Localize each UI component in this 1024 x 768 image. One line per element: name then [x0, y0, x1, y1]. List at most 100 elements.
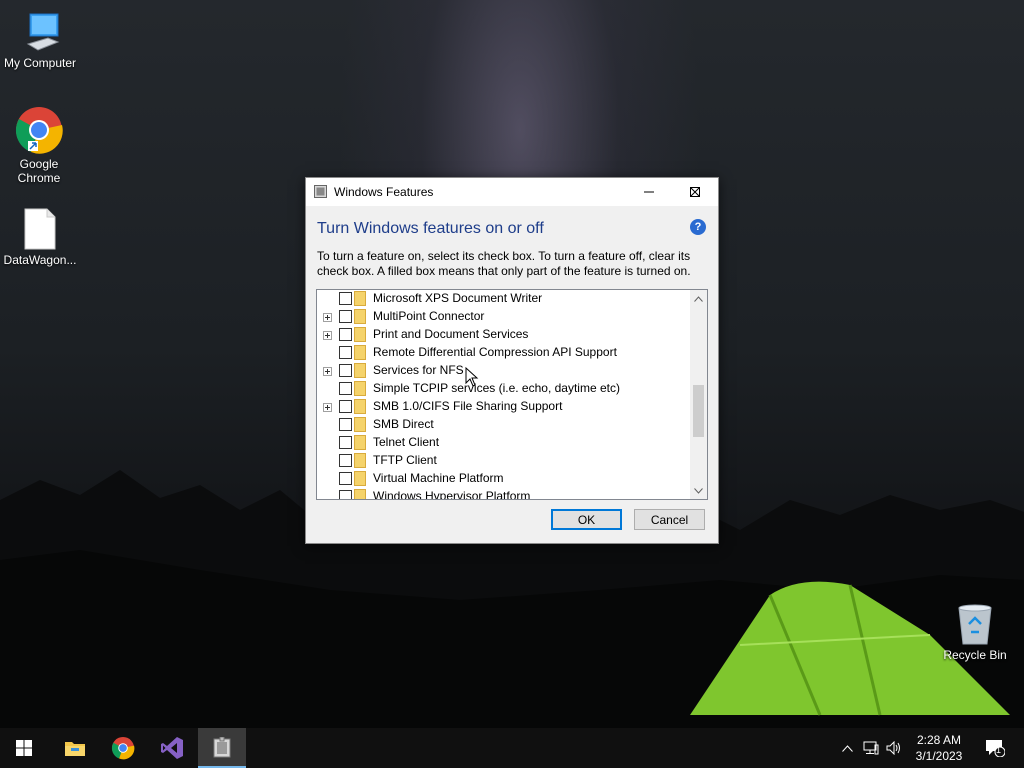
show-hidden-icons-button[interactable]	[838, 728, 856, 768]
feature-checkbox[interactable]	[339, 400, 352, 413]
taskbar-file-explorer[interactable]	[51, 728, 99, 768]
dialog-heading: Turn Windows features on or off	[317, 220, 544, 237]
feature-row[interactable]: Remote Differential Compression API Supp…	[317, 344, 690, 362]
folder-icon	[354, 417, 366, 432]
notification-count-badge: 1	[996, 745, 1002, 755]
folder-icon	[354, 327, 366, 342]
windows-features-app-icon	[314, 185, 327, 198]
feature-row[interactable]: Simple TCPIP services (i.e. echo, daytim…	[317, 380, 690, 398]
scroll-up-button[interactable]	[690, 290, 707, 307]
dialog-description: To turn a feature on, select its check b…	[317, 249, 691, 278]
title-bar[interactable]: Windows Features	[306, 178, 718, 206]
clock-date: 3/1/2023	[915, 749, 963, 763]
clock[interactable]: 2:28 AM 3/1/2023	[905, 732, 973, 764]
chevron-up-icon	[841, 744, 853, 752]
feature-checkbox[interactable]	[339, 346, 352, 359]
minimize-button[interactable]	[626, 178, 672, 206]
feature-label: SMB Direct	[373, 417, 434, 431]
desktop-icon-google-chrome[interactable]: Google Chrome	[0, 105, 78, 185]
close-icon	[690, 187, 700, 197]
feature-label: Simple TCPIP services (i.e. echo, daytim…	[373, 381, 620, 395]
taskbar-windows-features[interactable]	[198, 728, 246, 768]
feature-label: SMB 1.0/CIFS File Sharing Support	[373, 399, 563, 413]
folder-icon	[354, 309, 366, 324]
windows-features-app-icon	[213, 737, 231, 758]
notification-icon	[986, 740, 1005, 757]
desktop-icon-my-computer[interactable]: My Computer	[0, 10, 80, 70]
folder-icon	[354, 489, 366, 499]
desktop-icon-label: My Computer	[3, 56, 77, 70]
expand-plus-icon[interactable]	[323, 403, 332, 412]
windows-features-dialog: Windows Features Turn Windows features o…	[305, 177, 719, 544]
computer-icon	[26, 13, 60, 51]
feature-row[interactable]: Windows Hypervisor Platform	[317, 488, 690, 500]
feature-row[interactable]: Print and Document Services	[317, 326, 690, 344]
feature-checkbox[interactable]	[339, 328, 352, 341]
scroll-down-button[interactable]	[690, 482, 707, 499]
feature-label: Virtual Machine Platform	[373, 471, 504, 485]
features-tree[interactable]: Microsoft XPS Document Writer MultiPoint …	[316, 289, 708, 500]
network-icon	[863, 741, 879, 755]
feature-label: TFTP Client	[373, 453, 437, 467]
volume-button[interactable]	[884, 728, 904, 768]
feature-row[interactable]: Virtual Machine Platform	[317, 470, 690, 488]
desktop-icon-recycle-bin[interactable]: Recycle Bin	[935, 602, 1015, 662]
network-button[interactable]	[860, 728, 882, 768]
folder-icon	[65, 742, 85, 756]
speaker-icon	[886, 741, 900, 755]
feature-label: Services for NFS	[373, 363, 464, 377]
expand-plus-icon[interactable]	[323, 331, 332, 340]
feature-checkbox[interactable]	[339, 436, 352, 449]
feature-row[interactable]: Services for NFS	[317, 362, 690, 380]
feature-checkbox[interactable]	[339, 418, 352, 431]
ok-button[interactable]: OK	[551, 509, 622, 530]
feature-label: Print and Document Services	[373, 327, 529, 341]
help-icon[interactable]: ?	[690, 219, 706, 235]
feature-label: Remote Differential Compression API Supp…	[373, 345, 617, 359]
feature-row[interactable]: Microsoft XPS Document Writer	[317, 290, 690, 308]
taskbar-chrome[interactable]	[99, 728, 147, 768]
folder-icon	[354, 399, 366, 414]
cancel-button[interactable]: Cancel	[634, 509, 705, 530]
scrollbar-thumb[interactable]	[693, 385, 704, 437]
mouse-cursor-icon	[465, 367, 479, 387]
feature-row[interactable]: Telnet Client	[317, 434, 690, 452]
feature-label: Windows Hypervisor Platform	[373, 489, 531, 500]
feature-row[interactable]: MultiPoint Connector	[317, 308, 690, 326]
feature-checkbox[interactable]	[339, 364, 352, 377]
feature-checkbox[interactable]	[339, 310, 352, 323]
feature-label: MultiPoint Connector	[373, 309, 485, 323]
features-list: Microsoft XPS Document Writer MultiPoint …	[317, 290, 690, 500]
desktop-icon-datawagon[interactable]: DataWagon...	[0, 207, 80, 267]
folder-icon	[354, 363, 366, 378]
folder-icon	[354, 345, 366, 360]
document-icon	[24, 208, 56, 250]
feature-row[interactable]: SMB 1.0/CIFS File Sharing Support	[317, 398, 690, 416]
feature-checkbox[interactable]	[339, 292, 352, 305]
feature-row[interactable]: TFTP Client	[317, 452, 690, 470]
close-button[interactable]	[672, 178, 718, 206]
feature-checkbox[interactable]	[339, 382, 352, 395]
vertical-scrollbar[interactable]	[690, 290, 707, 499]
feature-checkbox[interactable]	[339, 490, 352, 499]
action-center-button[interactable]: 1	[980, 728, 1010, 768]
visual-studio-icon	[161, 737, 183, 759]
recycle-bin-icon	[958, 604, 992, 645]
folder-icon	[354, 435, 366, 450]
feature-label: Microsoft XPS Document Writer	[373, 291, 543, 305]
chevron-down-icon	[694, 487, 703, 494]
expand-plus-icon[interactable]	[323, 313, 332, 322]
taskbar: 2:28 AM 3/1/2023 1	[0, 728, 1024, 768]
feature-row[interactable]: SMB Direct	[317, 416, 690, 434]
feature-checkbox[interactable]	[339, 454, 352, 467]
expand-plus-icon[interactable]	[323, 367, 332, 376]
feature-label: Telnet Client	[373, 435, 440, 449]
desktop-icon-label: Recycle Bin	[943, 648, 1007, 662]
feature-checkbox[interactable]	[339, 472, 352, 485]
chrome-icon	[111, 736, 135, 760]
folder-icon	[354, 453, 366, 468]
taskbar-visual-studio[interactable]	[148, 728, 196, 768]
desktop-icon-label: Google Chrome	[17, 157, 61, 185]
minimize-icon	[644, 191, 654, 193]
start-button[interactable]	[0, 728, 48, 768]
